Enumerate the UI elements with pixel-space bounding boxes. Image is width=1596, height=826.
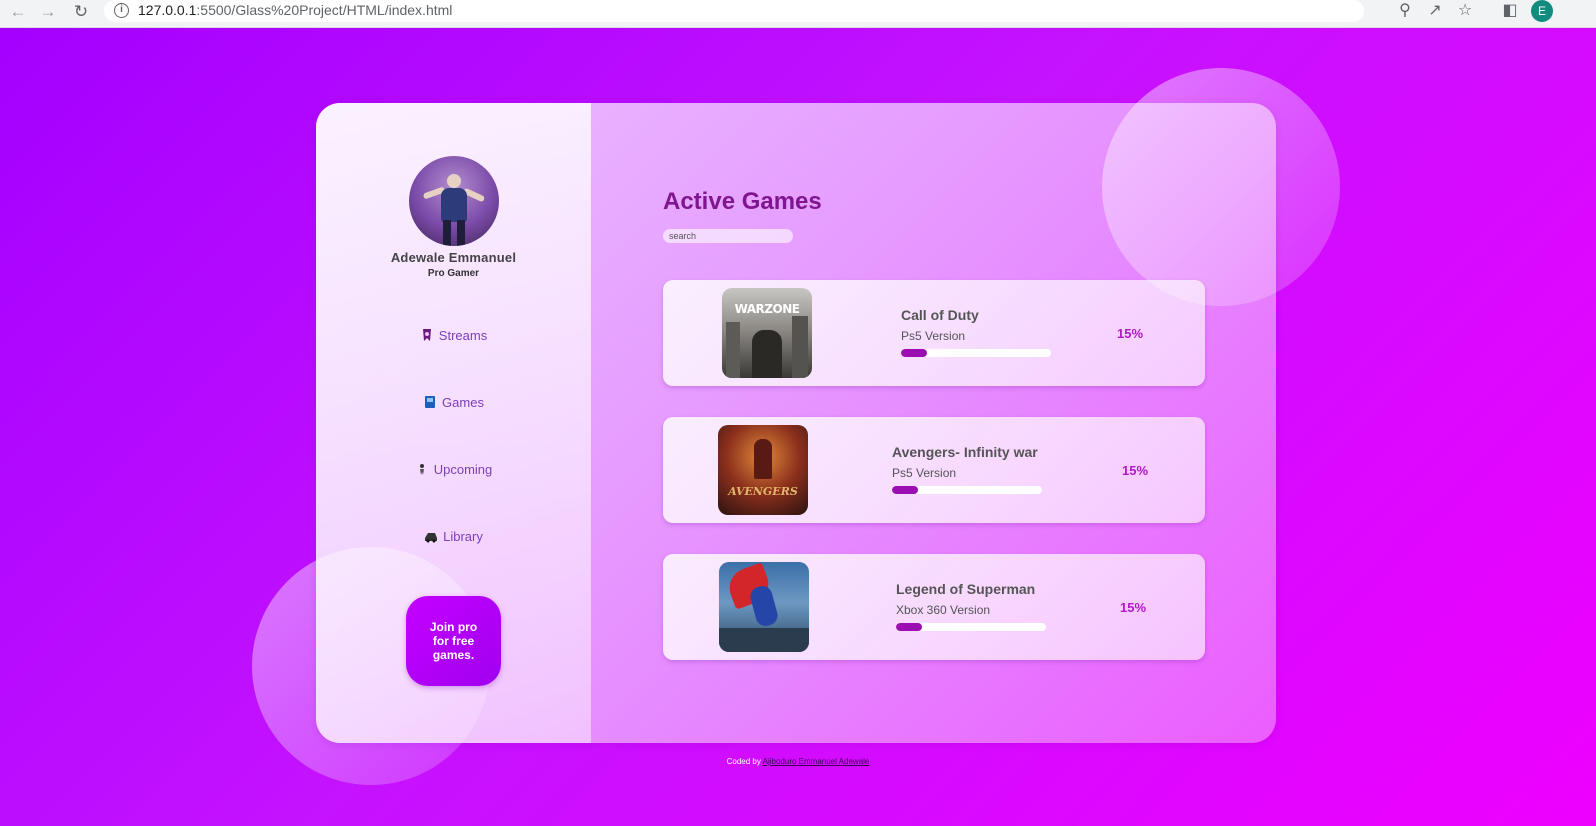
progress-percent: 15% xyxy=(1122,463,1149,478)
progress-bar xyxy=(901,349,1051,357)
user-role: Pro Gamer xyxy=(427,268,480,279)
game-version: Ps5 Version xyxy=(892,466,957,480)
game-name: Avengers- Infinity war xyxy=(892,444,1038,460)
game-card-call-of-duty[interactable]: WARZONE Call of Duty Ps5 Version 15% xyxy=(663,280,1205,386)
game-card-legend-of-superman[interactable]: Legend of Superman Xbox 360 Version 15% xyxy=(663,554,1205,660)
footer-credit: Coded by Ajiboduro Emmanuel Adewale xyxy=(726,757,870,766)
user-name: Adewale Emmanuel xyxy=(390,250,517,265)
progress-percent: 15% xyxy=(1120,600,1147,615)
progress-bar xyxy=(892,486,1042,494)
game-name: Legend of Superman xyxy=(896,581,1036,597)
join-pro-button[interactable]: Join pro for free games. xyxy=(406,596,501,686)
glass-panel: Adewale Emmanuel Pro Gamer Streams Games… xyxy=(316,103,1276,743)
site-info-icon[interactable]: i xyxy=(114,3,129,18)
game-thumbnail: AVENGERS xyxy=(718,425,808,515)
progress-bar xyxy=(896,623,1046,631)
sidebar: Adewale Emmanuel Pro Gamer Streams Games… xyxy=(316,103,591,743)
avatar xyxy=(409,156,499,246)
game-card-avengers[interactable]: AVENGERS Avengers- Infinity war Ps5 Vers… xyxy=(663,417,1205,523)
game-thumbnail xyxy=(719,562,809,652)
browser-toolbar: ← → ↻ i 127.0.0.1:5500/Glass%20Project/H… xyxy=(0,0,1596,28)
forward-arrow-icon[interactable]: → xyxy=(38,2,58,22)
progress-fill xyxy=(892,486,918,494)
url-text: 127.0.0.1:5500/Glass%20Project/HTML/inde… xyxy=(138,2,453,18)
sidebar-item-upcoming[interactable]: Upcoming xyxy=(316,461,591,481)
progress-percent: 15% xyxy=(1117,326,1144,341)
reload-icon[interactable]: ↻ xyxy=(71,2,91,22)
page-background: Adewale Emmanuel Pro Gamer Streams Games… xyxy=(0,28,1596,826)
progress-fill xyxy=(901,349,927,357)
library-icon xyxy=(424,529,438,543)
bookmark-star-icon[interactable]: ☆ xyxy=(1455,1,1475,21)
page-title: Active Games xyxy=(663,188,822,215)
game-name: Call of Duty xyxy=(901,307,979,323)
game-version: Ps5 Version xyxy=(901,329,966,343)
search-input[interactable] xyxy=(663,229,793,243)
sidebar-item-library[interactable]: Library xyxy=(316,528,591,548)
sidebar-item-streams[interactable]: Streams xyxy=(316,327,591,347)
author-link[interactable]: Ajiboduro Emmanuel Adewale xyxy=(763,757,870,766)
game-thumbnail: WARZONE xyxy=(722,288,812,378)
progress-fill xyxy=(896,623,922,631)
games-icon xyxy=(423,395,437,409)
sidebar-item-games[interactable]: Games xyxy=(316,394,591,414)
share-icon[interactable]: ↗ xyxy=(1425,1,1445,21)
game-version: Xbox 360 Version xyxy=(896,603,991,617)
zoom-icon[interactable]: ⚲ xyxy=(1395,1,1415,21)
side-panel-icon[interactable]: ◧ xyxy=(1500,1,1520,21)
back-arrow-icon[interactable]: ← xyxy=(8,2,28,22)
address-bar[interactable]: i 127.0.0.1:5500/Glass%20Project/HTML/in… xyxy=(104,0,1364,22)
streams-icon xyxy=(420,328,434,342)
upcoming-icon xyxy=(415,462,429,476)
profile-avatar[interactable]: E xyxy=(1531,0,1553,22)
